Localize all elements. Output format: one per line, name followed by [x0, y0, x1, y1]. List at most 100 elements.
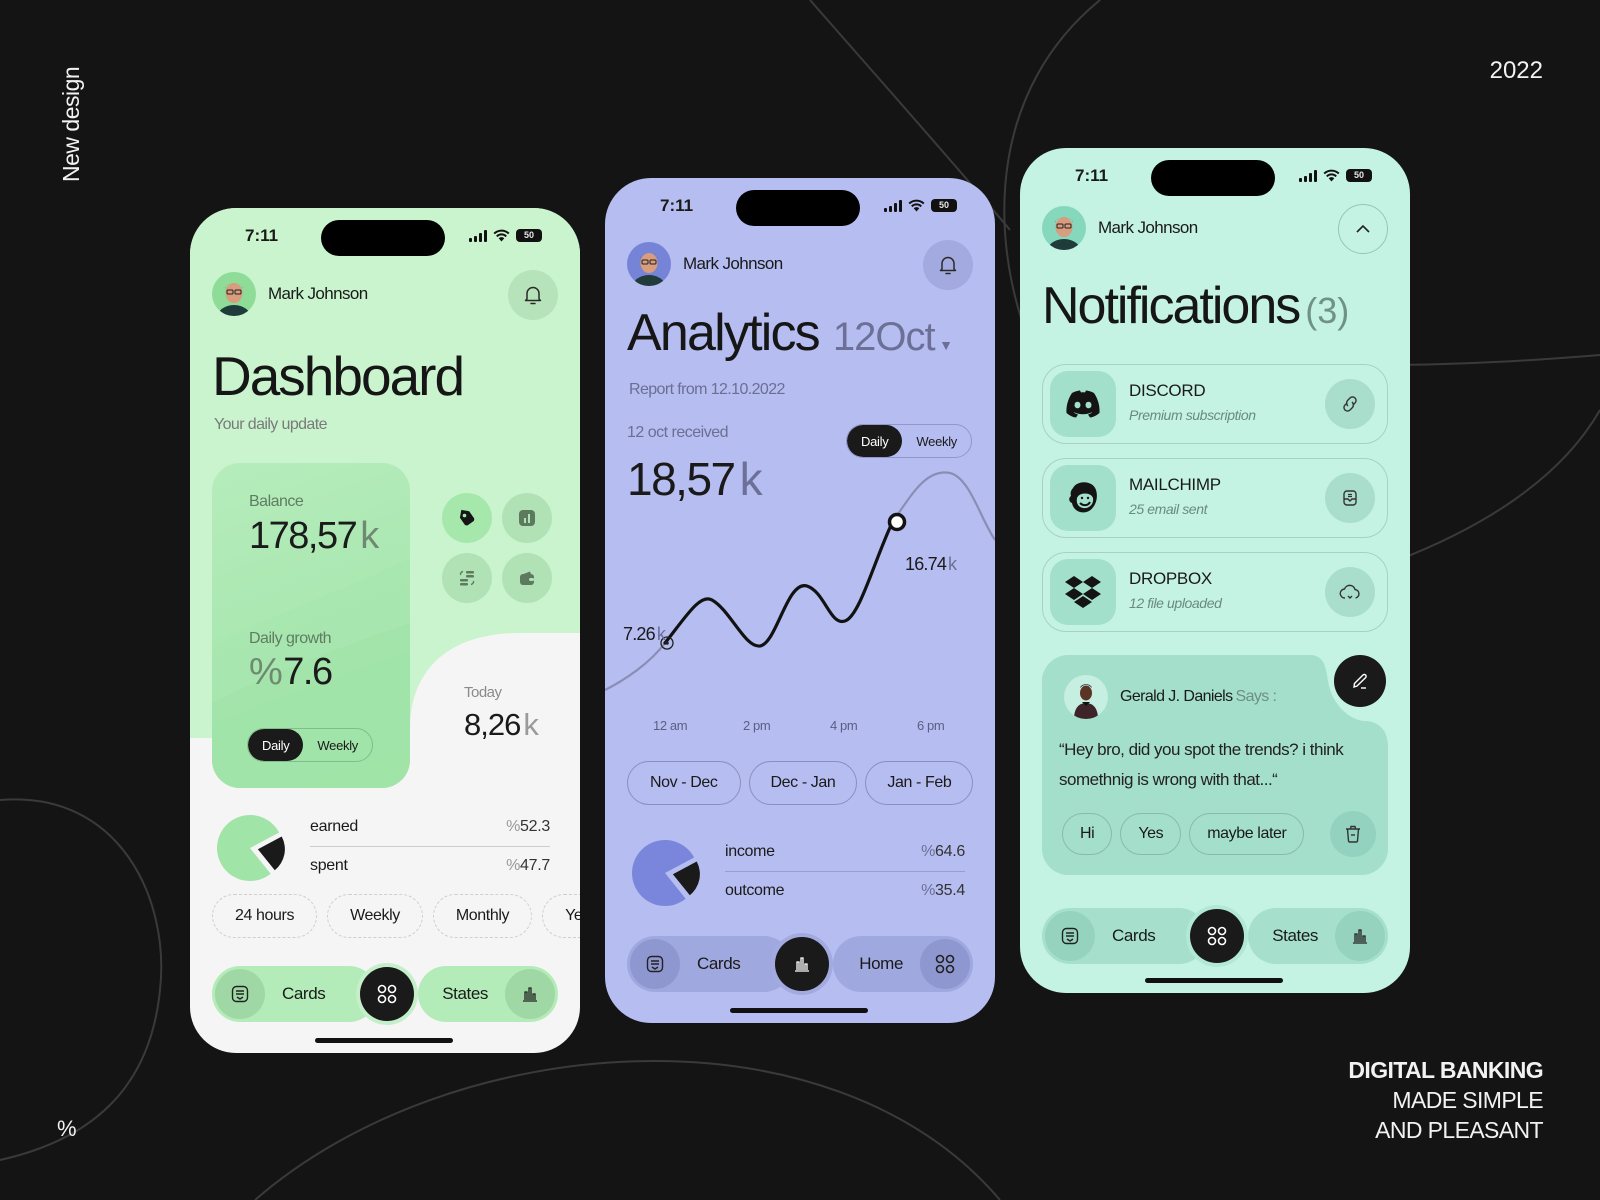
notification-item[interactable]: DROPBOX 12 file uploaded	[1042, 552, 1388, 632]
notification-action-button[interactable]	[1325, 379, 1375, 429]
tab-cards[interactable]: Cards	[627, 936, 792, 992]
report-date: Report from 12.10.2022	[629, 381, 785, 398]
today-amount: 8,26	[464, 707, 521, 742]
income-outcome-summary: income %64.6 outcome %35.4	[627, 833, 973, 913]
chip-24-hours[interactable]: 24 hours	[212, 894, 318, 938]
notifications-button[interactable]	[923, 240, 973, 290]
reply-maybe-later[interactable]: maybe later	[1189, 813, 1305, 855]
tab-home[interactable]	[1190, 909, 1244, 963]
message-sender: Gerald J. Daniels Says :	[1064, 675, 1277, 719]
status-bar: 7:11 50	[190, 208, 580, 268]
cards-icon	[231, 985, 249, 1003]
notification-item[interactable]: DISCORD Premium subscription	[1042, 364, 1388, 444]
chip-yearly[interactable]: Ye	[542, 894, 580, 938]
status-time: 7:11	[1075, 166, 1109, 185]
analytics-phone: 7:11 50 Mark Johnson Analytics 12Oct ▼ R…	[605, 178, 995, 1023]
notifications-button[interactable]	[508, 270, 558, 320]
home-indicator	[315, 1038, 453, 1043]
chart-point-high[interactable]	[887, 512, 907, 532]
tab-states[interactable]: States	[418, 966, 558, 1022]
quick-action-wallet[interactable]	[502, 553, 552, 603]
user-profile[interactable]: Mark Johnson	[627, 242, 783, 286]
tab-cards-label: Cards	[1112, 926, 1156, 945]
chip-weekly[interactable]: Weekly	[327, 894, 423, 938]
caret-down-icon: ▼	[939, 337, 953, 353]
earned-label: earned	[310, 818, 359, 835]
tagline-line-3: AND PLEASANT	[1375, 1117, 1544, 1143]
cards-tab-icon-wrap	[1045, 911, 1095, 961]
chip-jan-feb[interactable]: Jan - Feb	[865, 761, 974, 805]
range-chips: Nov - Dec Dec - Jan Jan - Feb	[627, 761, 974, 805]
tab-home[interactable]	[360, 967, 414, 1021]
status-time: 7:11	[245, 226, 279, 245]
earned-spent-summary: earned %52.3 spent %47.7	[212, 808, 558, 888]
outcome-value: %35.4	[921, 881, 965, 899]
date-selector[interactable]: 12Oct ▼	[833, 315, 953, 360]
quick-action-exchange[interactable]	[442, 553, 492, 603]
trash-icon	[1346, 825, 1360, 843]
states-tab-icon-wrap	[505, 969, 555, 1019]
earned-spent-pie	[217, 815, 285, 881]
tab-bar: Cards States	[1042, 906, 1388, 966]
status-icons: 50	[469, 229, 542, 242]
toggle-weekly[interactable]: Weekly	[303, 729, 372, 761]
sender-name-line: Gerald J. Daniels Says :	[1120, 688, 1277, 706]
delete-message-button[interactable]	[1330, 811, 1376, 857]
toggle-daily[interactable]: Daily	[847, 425, 903, 457]
chip-nov-dec[interactable]: Nov - Dec	[627, 761, 741, 805]
reply-yes[interactable]: Yes	[1120, 813, 1182, 855]
tab-home-right[interactable]: Home	[833, 936, 973, 992]
pencil-icon	[1353, 673, 1367, 689]
cards-icon	[1061, 927, 1079, 945]
percent-symbol: %	[57, 1116, 77, 1141]
chip-dec-jan[interactable]: Dec - Jan	[748, 761, 858, 805]
tagline-line-1: DIGITAL BANKING	[1348, 1057, 1543, 1083]
home-indicator	[730, 1008, 868, 1013]
chart-line-faded-end	[892, 471, 995, 541]
reply-hi[interactable]: Hi	[1062, 813, 1113, 855]
quick-action-stats[interactable]	[502, 493, 552, 543]
user-profile[interactable]: Mark Johnson	[212, 272, 368, 316]
discord-icon	[1066, 390, 1100, 418]
growth-amount: 7.6	[283, 651, 333, 693]
toggle-weekly[interactable]: Weekly	[902, 425, 971, 457]
user-profile[interactable]: Mark Johnson	[1042, 206, 1198, 250]
avatar	[212, 272, 256, 316]
toggle-daily[interactable]: Daily	[248, 729, 304, 761]
collapse-button[interactable]	[1338, 204, 1388, 254]
outcome-label: outcome	[725, 881, 785, 899]
growth-value: %7.6	[249, 651, 333, 694]
tab-cards[interactable]: Cards	[1042, 908, 1207, 964]
notification-action-button[interactable]	[1325, 567, 1375, 617]
tab-cards-label: Cards	[697, 954, 741, 973]
tab-cards[interactable]: Cards	[212, 966, 377, 1022]
tab-bar: Cards States	[212, 964, 558, 1024]
discord-logo	[1050, 371, 1116, 437]
split-row-income: income %64.6	[725, 833, 965, 871]
side-label: New design	[58, 66, 84, 182]
compose-button[interactable]	[1334, 655, 1386, 707]
user-name: Mark Johnson	[268, 284, 368, 303]
x-tick-2pm: 2 pm	[743, 718, 771, 733]
growth-prefix: %	[249, 651, 283, 693]
notification-action-button[interactable]	[1325, 473, 1375, 523]
balance-value: 178,57 k	[249, 515, 379, 558]
tab-states[interactable]	[775, 937, 829, 991]
notification-name: DISCORD	[1129, 381, 1206, 400]
notification-desc: 12 file uploaded	[1129, 595, 1222, 611]
chart-box-icon	[519, 510, 535, 526]
quick-action-tag[interactable]	[442, 493, 492, 543]
message-card: Gerald J. Daniels Says : “Hey bro, did yo…	[1042, 655, 1388, 875]
notification-count: (3)	[1305, 290, 1350, 331]
notification-item[interactable]: MAILCHIMP 25 email sent	[1042, 458, 1388, 538]
tab-states[interactable]: States	[1248, 908, 1388, 964]
tab-bar: Cards Home	[627, 934, 973, 994]
grid-icon	[1207, 926, 1227, 946]
balance-label: Balance	[249, 493, 304, 510]
bar-chart-icon	[1353, 929, 1367, 944]
chip-monthly[interactable]: Monthly	[432, 894, 533, 938]
battery-icon: 50	[931, 199, 957, 212]
notifications-title-row: Notifications (3)	[1042, 276, 1349, 336]
chart-line-main	[663, 519, 895, 648]
status-icons: 50	[884, 199, 957, 212]
